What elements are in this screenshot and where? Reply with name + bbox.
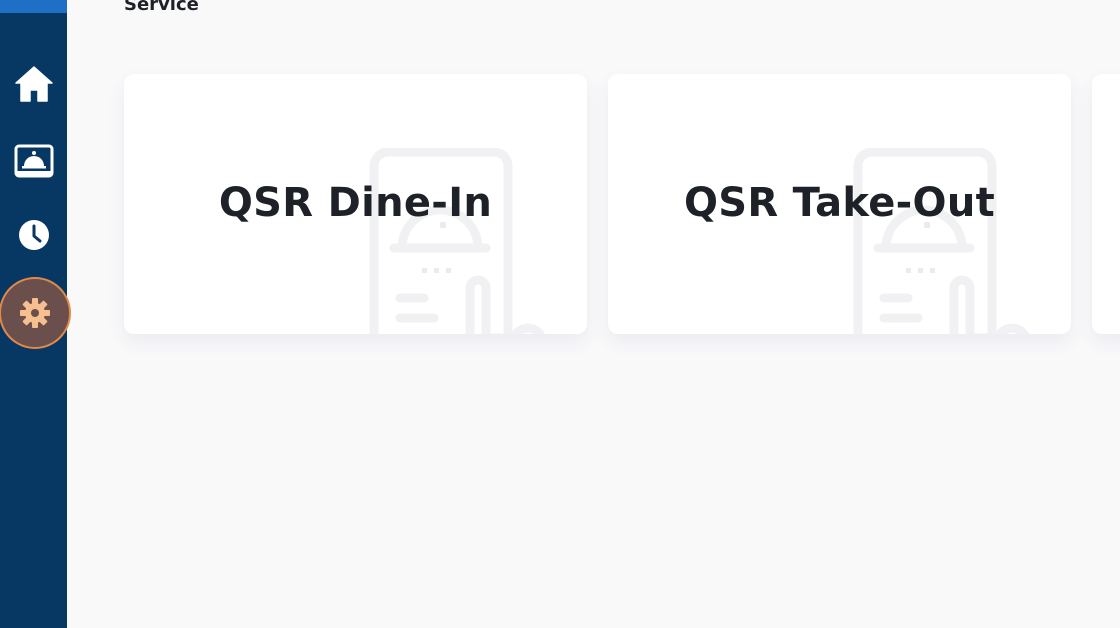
- main-content: Service QSR Dine-In QSR Take-Out: [67, 0, 1120, 628]
- service-card-partial[interactable]: [1092, 74, 1120, 334]
- mobile-order-watermark-icon: [853, 148, 1029, 334]
- service-bell-icon: [14, 144, 53, 178]
- section-title: Service: [124, 0, 199, 15]
- service-card-qsr-take-out[interactable]: QSR Take-Out: [608, 74, 1071, 334]
- sidebar-accent-bar: [0, 0, 67, 13]
- gear-icon: [20, 298, 50, 328]
- clock-icon: [18, 220, 49, 250]
- sidebar-item-clock[interactable]: [0, 207, 67, 263]
- sidebar-item-settings[interactable]: [1, 279, 69, 347]
- sidebar: [0, 0, 69, 628]
- home-icon: [14, 66, 53, 102]
- sidebar-item-home[interactable]: [0, 56, 67, 112]
- app-window: Service QSR Dine-In QSR Take-Out: [0, 0, 1120, 628]
- mobile-order-watermark-icon: [369, 148, 545, 334]
- service-card-qsr-dine-in[interactable]: QSR Dine-In: [124, 74, 587, 334]
- sidebar-item-service[interactable]: [0, 134, 67, 190]
- card-title: QSR Dine-In: [218, 180, 493, 226]
- card-title: QSR Take-Out: [683, 180, 996, 226]
